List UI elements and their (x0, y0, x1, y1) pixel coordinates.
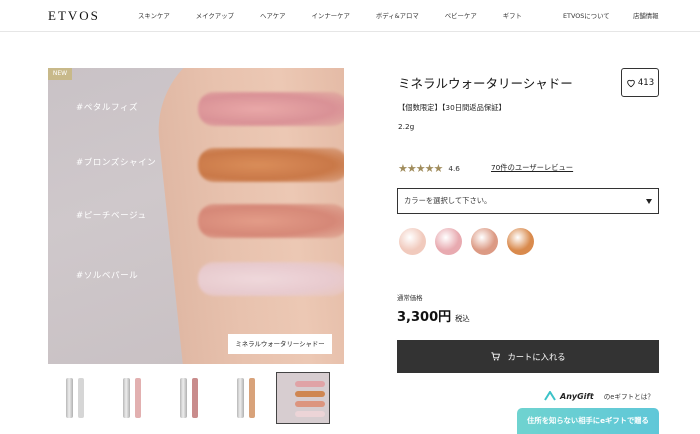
nav-item-innercare[interactable]: インナーケア (312, 11, 350, 20)
product-applicator (135, 378, 141, 418)
anygift-question: のeギフトとは？ (603, 393, 654, 401)
color-select-placeholder: カラーを選択して下さい。 (404, 196, 492, 205)
swatch-sorbet-pearl (198, 262, 344, 296)
tax-label: 税込 (455, 314, 470, 323)
anygift-info[interactable]: AnyGift のeギフトとは？ (544, 391, 654, 401)
chevron-down-icon (646, 199, 652, 204)
add-to-cart-label: カートに入れる (507, 351, 566, 362)
label-bronze-shine: #ブロンズシャイン (76, 158, 157, 168)
thumbnail-strip (48, 372, 330, 424)
thumbnail-2[interactable] (105, 372, 159, 424)
nav-item-babycare[interactable]: ベビーケア (445, 11, 477, 20)
rating: ★★★★★ 4.6 (398, 162, 460, 175)
site-logo[interactable]: ETVOS (48, 8, 100, 24)
color-swatch-3[interactable] (471, 228, 498, 255)
nav-item-skincare[interactable]: スキンケア (138, 11, 170, 20)
anygift-logo: AnyGift (560, 391, 594, 401)
add-to-cart-button[interactable]: カートに入れる (397, 340, 659, 373)
product-applicator (78, 378, 84, 418)
product-tube (123, 378, 130, 418)
price: 3,300円 税込 (397, 306, 470, 325)
swatch-peach-beige (198, 204, 344, 238)
egift-button[interactable]: 住所を知らない相手にeギフトで贈る (517, 408, 659, 434)
anygift-logo-icon (544, 391, 556, 401)
thumbnail-4[interactable] (219, 372, 273, 424)
product-volume: 2.2g (398, 122, 415, 131)
rating-value: 4.6 (448, 164, 460, 173)
reviews-link[interactable]: 70件のユーザーレビュー (491, 163, 573, 173)
product-tube (237, 378, 244, 418)
color-swatch-4[interactable] (507, 228, 534, 255)
cart-icon (491, 352, 501, 361)
label-petal-fizz: #ペタルフィズ (76, 103, 139, 113)
product-tube (180, 378, 187, 418)
site-header: ETVOS スキンケア メイクアップ ヘアケア インナーケア ボディ&アロマ ベ… (0, 0, 700, 32)
color-swatch-1[interactable] (399, 228, 426, 255)
thumb-swatch (295, 381, 325, 387)
thumb-swatch (295, 411, 325, 417)
favorite-count: 413 (637, 77, 655, 88)
color-select[interactable]: カラーを選択して下さい。 (397, 188, 659, 214)
favorite-button[interactable]: 413 (621, 68, 659, 97)
label-sorbet-pearl: #ソルベパール (76, 271, 139, 281)
color-swatches (399, 228, 534, 255)
color-swatch-2[interactable] (435, 228, 462, 255)
image-caption: ミネラルウォータリーシャドー (228, 334, 332, 354)
new-badge: NEW (48, 68, 72, 80)
swatch-bronze-shine (198, 148, 344, 182)
thumb-swatch (295, 391, 325, 397)
heart-icon (627, 79, 635, 87)
main-nav: スキンケア メイクアップ ヘアケア インナーケア ボディ&アロマ ベビーケア ギ… (138, 11, 548, 20)
nav-item-body-aroma[interactable]: ボディ&アロマ (376, 11, 419, 20)
product-applicator (192, 378, 198, 418)
product-tube (66, 378, 73, 418)
nav-item-gift[interactable]: ギフト (503, 11, 522, 20)
thumbnail-5-selected[interactable] (276, 372, 330, 424)
nav-stores[interactable]: 店舗情報 (633, 11, 659, 20)
star-rating-icon: ★★★★★ (398, 162, 443, 175)
nav-about[interactable]: ETVOSについて (563, 11, 610, 20)
label-peach-beige: #ピーチベージュ (76, 211, 147, 221)
price-label: 通常価格 (397, 294, 423, 302)
thumbnail-3[interactable] (162, 372, 216, 424)
swatch-petal-fizz (198, 92, 344, 126)
nav-item-makeup[interactable]: メイクアップ (196, 11, 234, 20)
price-value: 3,300円 (397, 310, 452, 325)
thumbnail-1[interactable] (48, 372, 102, 424)
nav-item-haircare[interactable]: ヘアケア (260, 11, 286, 20)
product-main-image[interactable]: #ペタルフィズ #ブロンズシャイン #ピーチベージュ #ソルベパール (48, 68, 344, 364)
thumb-swatch (295, 401, 325, 407)
product-title: ミネラルウォータリーシャドー (398, 76, 573, 91)
product-tags: 【個数限定】【30日間返品保証】 (398, 103, 506, 112)
product-applicator (249, 378, 255, 418)
